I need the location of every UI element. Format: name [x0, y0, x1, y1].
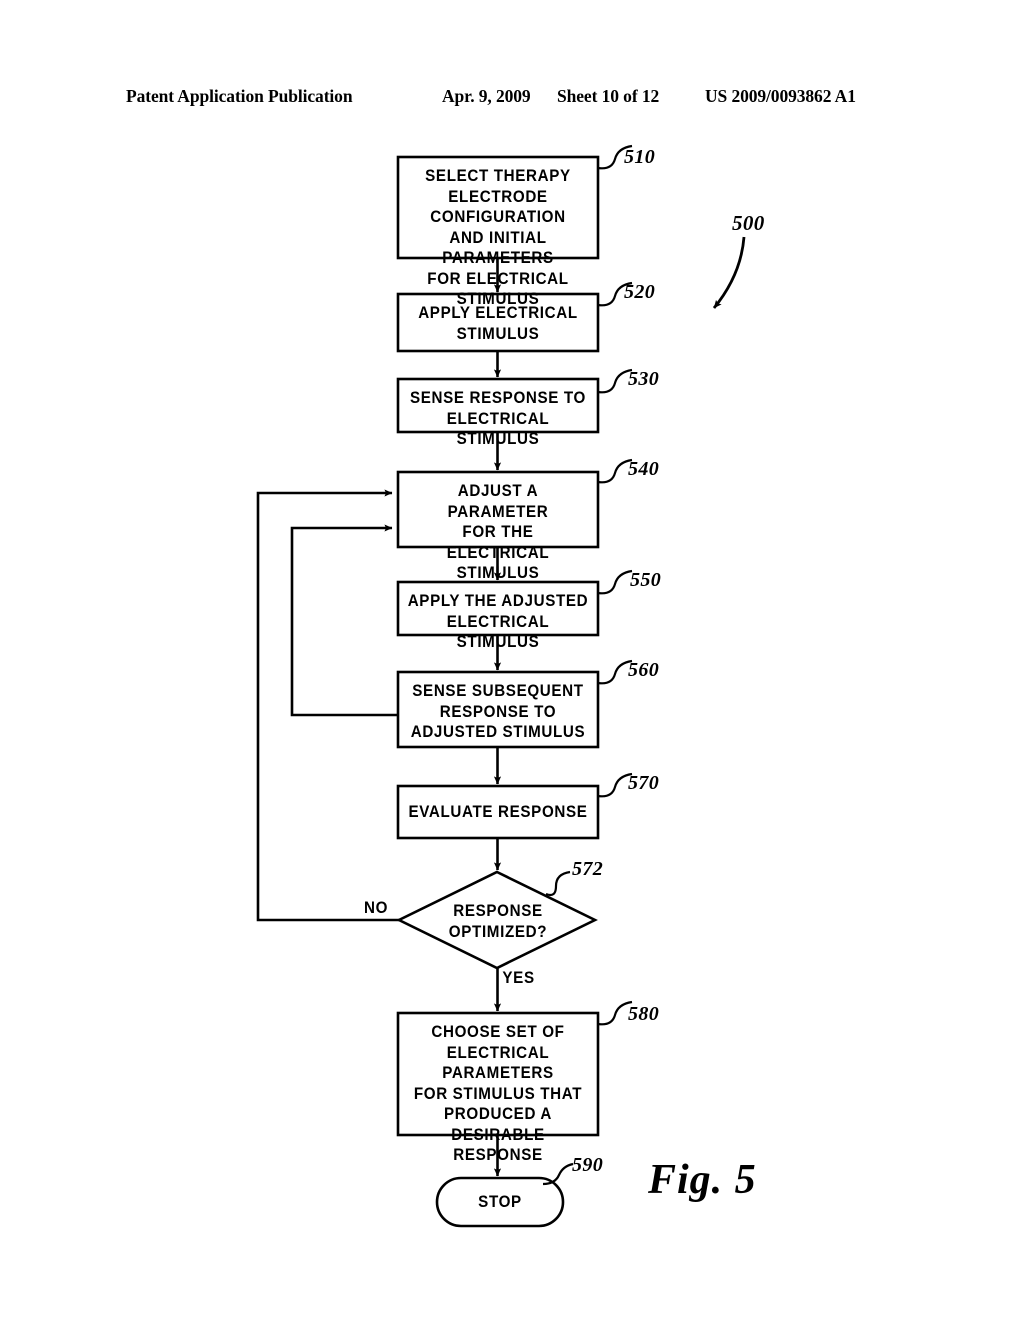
leader-line-510 — [597, 144, 633, 170]
leader-line-550 — [597, 569, 633, 595]
flowchart-svg — [256, 144, 746, 1228]
node-shape-510 — [396, 155, 600, 260]
node-shape-540 — [396, 470, 600, 549]
flowchart-diagram — [0, 0, 1024, 1320]
leader-line-580 — [597, 1000, 633, 1026]
feedback-loop-inner — [290, 524, 398, 717]
leader-line-520 — [597, 281, 633, 307]
node-shape-572 — [396, 870, 598, 970]
leader-line-500 — [712, 236, 746, 309]
node-shape-590 — [435, 1176, 565, 1228]
leader-line-590 — [542, 1162, 574, 1186]
node-shape-560 — [396, 670, 600, 749]
leader-line-560 — [597, 659, 633, 685]
node-shape-580 — [396, 1011, 600, 1137]
leader-line-570 — [597, 772, 633, 798]
node-shape-550 — [396, 580, 600, 637]
node-shape-570 — [396, 784, 600, 840]
feedback-loop-outer-no — [256, 489, 399, 922]
leader-line-530 — [597, 368, 633, 394]
node-shape-530 — [396, 377, 600, 434]
patent-page: Patent Application Publication Apr. 9, 2… — [0, 0, 1024, 1320]
node-shape-520 — [396, 292, 600, 353]
leader-line-540 — [597, 458, 633, 484]
leader-line-572 — [545, 870, 571, 897]
